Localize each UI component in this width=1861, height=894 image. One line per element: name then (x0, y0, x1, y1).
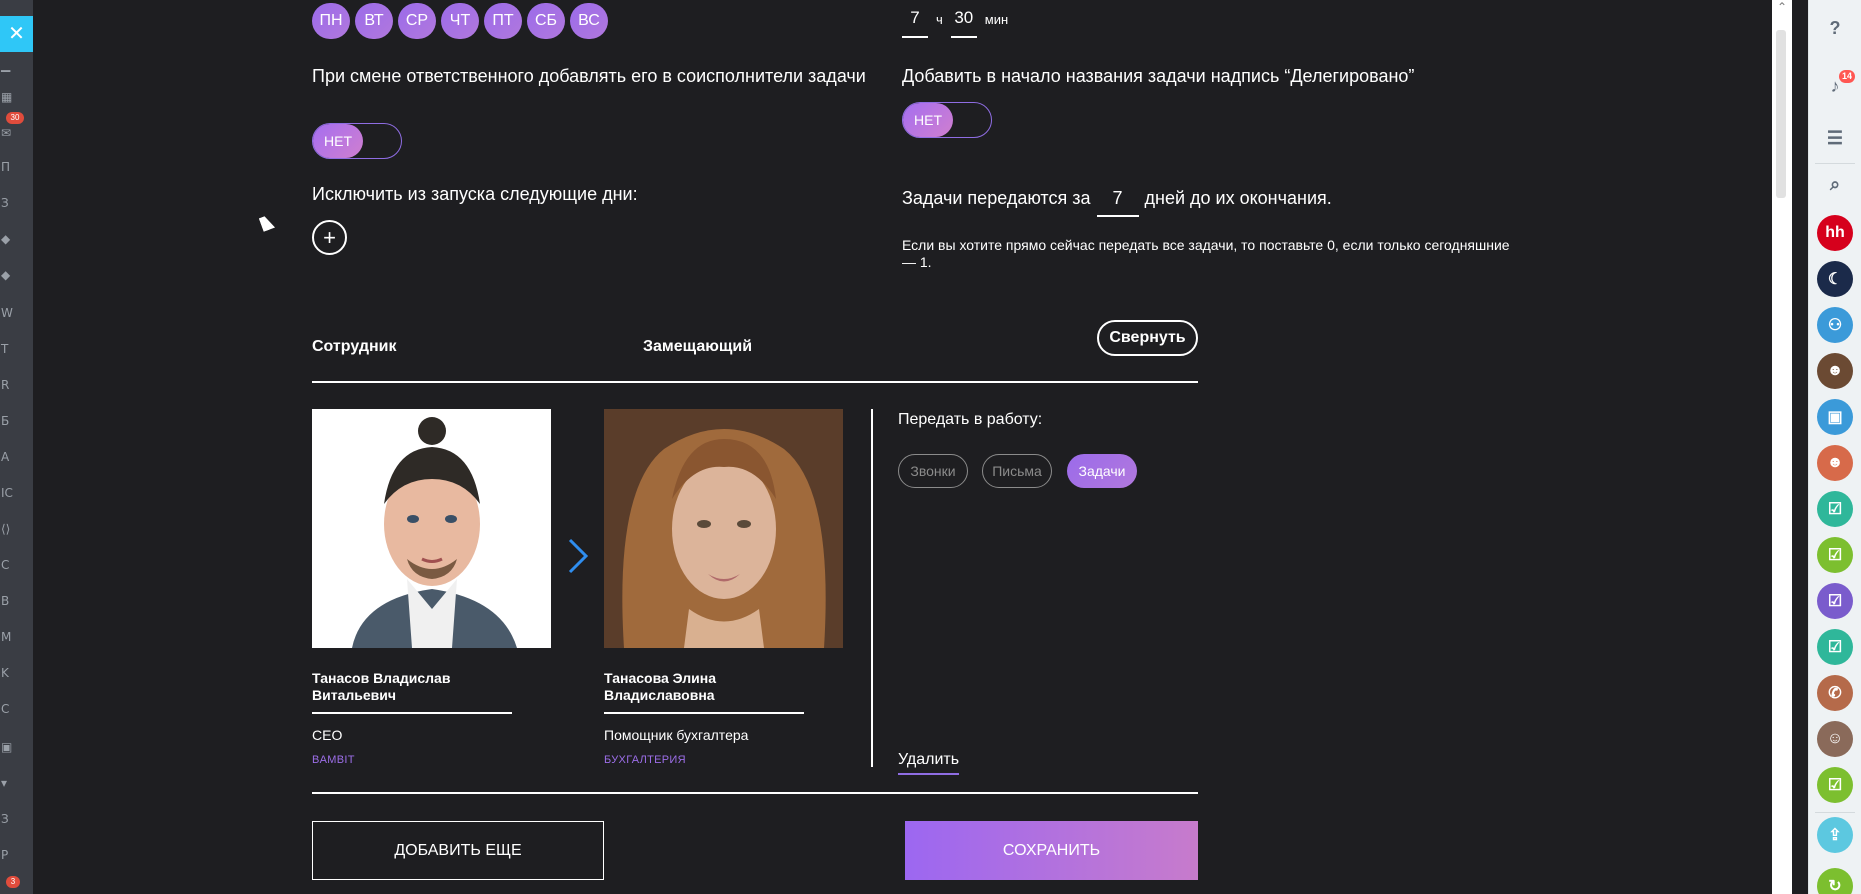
save-button[interactable]: СОХРАНИТЬ (905, 821, 1198, 880)
add-day-button[interactable]: + (312, 220, 347, 255)
chip-calls[interactable]: Звонки (898, 454, 968, 488)
run-time: 7 ч 30 мин (902, 8, 1016, 38)
substitute-name: Танасова Элина Владиславовна (604, 670, 717, 703)
red-avatar[interactable]: ☻ (1817, 445, 1853, 481)
column-substitute: Замещающий (643, 338, 753, 355)
scroll-thumb[interactable] (1776, 30, 1786, 198)
add-coexecutor-label: При смене ответственного добавлять его в… (312, 66, 866, 86)
search-icon[interactable]: ⌕ (1817, 166, 1853, 202)
transfer-label: Передать в работу: (898, 411, 1043, 428)
day-chip[interactable]: ПТ (484, 3, 522, 39)
day-chip[interactable]: СР (398, 3, 436, 39)
main-content: ПН ВТ СР ЧТ ПТ СБ ВС 7 ч 30 мин При смен… (0, 0, 1772, 894)
cloud-icon[interactable]: ⇪ (1817, 817, 1853, 853)
group-icon[interactable]: ⚇ (1817, 307, 1853, 343)
task-icon[interactable]: ☑ (1817, 537, 1853, 573)
exclude-days-label: Исключить из запуска следующие дни: (312, 184, 638, 204)
man-avatar[interactable]: ☺ (1817, 721, 1853, 757)
help-icon[interactable]: ? (1817, 10, 1853, 46)
chip-tasks[interactable]: Задачи (1067, 454, 1137, 488)
task-icon[interactable]: ☑ (1817, 629, 1853, 665)
scrollbar[interactable]: ⌃ (1772, 0, 1792, 894)
lock-icon[interactable]: ▣ (1817, 399, 1853, 435)
column-employee: Сотрудник (312, 338, 397, 355)
substitute-position: Помощник бухгалтера (604, 727, 749, 743)
add-more-button[interactable]: ДОБАВИТЬ ЕЩЕ (312, 821, 604, 880)
days-before-suffix: дней до их окончания. (1144, 188, 1332, 208)
chip-emails[interactable]: Письма (982, 454, 1052, 488)
minutes-input[interactable]: 30 (950, 8, 977, 38)
days-before-hint: Если вы хотите прямо сейчас передать все… (902, 237, 1510, 270)
mouse-cursor (258, 214, 276, 232)
night-avatar[interactable]: ☾ (1817, 261, 1853, 297)
separator (1815, 812, 1855, 813)
separator (1815, 163, 1855, 164)
substitute-underline (604, 712, 804, 714)
divider (312, 381, 1198, 383)
chevron-right-icon (566, 536, 590, 586)
task-icon[interactable]: ☑ (1817, 767, 1853, 803)
hh-avatar[interactable]: hh (1817, 215, 1853, 251)
plus-icon: + (323, 224, 336, 250)
toggle-knob: НЕТ (313, 124, 363, 158)
day-chip[interactable]: ВТ (355, 3, 393, 39)
scroll-up-icon[interactable]: ⌃ (1776, 0, 1788, 14)
add-coexecutor-toggle[interactable]: НЕТ (312, 123, 402, 159)
delegated-prefix-label: Добавить в начало названия задачи надпис… (902, 66, 1415, 86)
employee-position: CEO (312, 727, 343, 743)
woman-avatar[interactable]: ☻ (1817, 353, 1853, 389)
divider (312, 792, 1198, 794)
hours-unit: ч (936, 12, 943, 27)
weekday-selector: ПН ВТ СР ЧТ ПТ СБ ВС (312, 3, 608, 39)
employee-name: Танасов Владислав Витальевич (312, 670, 451, 703)
delete-link[interactable]: Удалить (898, 751, 960, 775)
task-icon[interactable]: ☑ (1817, 491, 1853, 527)
substitute-department[interactable]: БУХГАЛТЕРИЯ (604, 754, 686, 766)
task-icon[interactable]: ☑ (1817, 583, 1853, 619)
day-chip[interactable]: СБ (527, 3, 565, 39)
collapse-button[interactable]: Свернуть (1097, 320, 1198, 356)
refresh-icon[interactable]: ↻ (1817, 868, 1853, 894)
hours-input[interactable]: 7 (902, 8, 928, 38)
minutes-unit: мин (984, 12, 1009, 27)
vertical-divider (871, 409, 873, 767)
day-chip[interactable]: ВС (570, 3, 608, 39)
employee-department[interactable]: BAMBIT (312, 754, 355, 766)
day-chip[interactable]: ПН (312, 3, 350, 39)
right-panel: ? ♪ 14 ☰ ⌕ hh ☾ ⚇ ☻ ▣ ☻ ☑ ☑ ☑ ☑ ✆ ☺ ☑ ⇪ … (1808, 0, 1861, 894)
toggle-knob: НЕТ (903, 103, 953, 137)
days-before-input[interactable]: 7 (1096, 188, 1139, 217)
employee-avatar (312, 409, 551, 648)
delegated-prefix-toggle[interactable]: НЕТ (902, 102, 992, 138)
phone-icon[interactable]: ✆ (1817, 675, 1853, 711)
notification-badge: 14 (1839, 70, 1856, 83)
days-before-row: Задачи передаются за 7 дней до их оконча… (902, 188, 1332, 217)
day-chip[interactable]: ЧТ (441, 3, 479, 39)
chat-icon[interactable]: ☰ (1817, 120, 1853, 156)
employee-underline (312, 712, 512, 714)
substitute-avatar (604, 409, 843, 648)
days-before-prefix: Задачи передаются за (902, 188, 1091, 208)
